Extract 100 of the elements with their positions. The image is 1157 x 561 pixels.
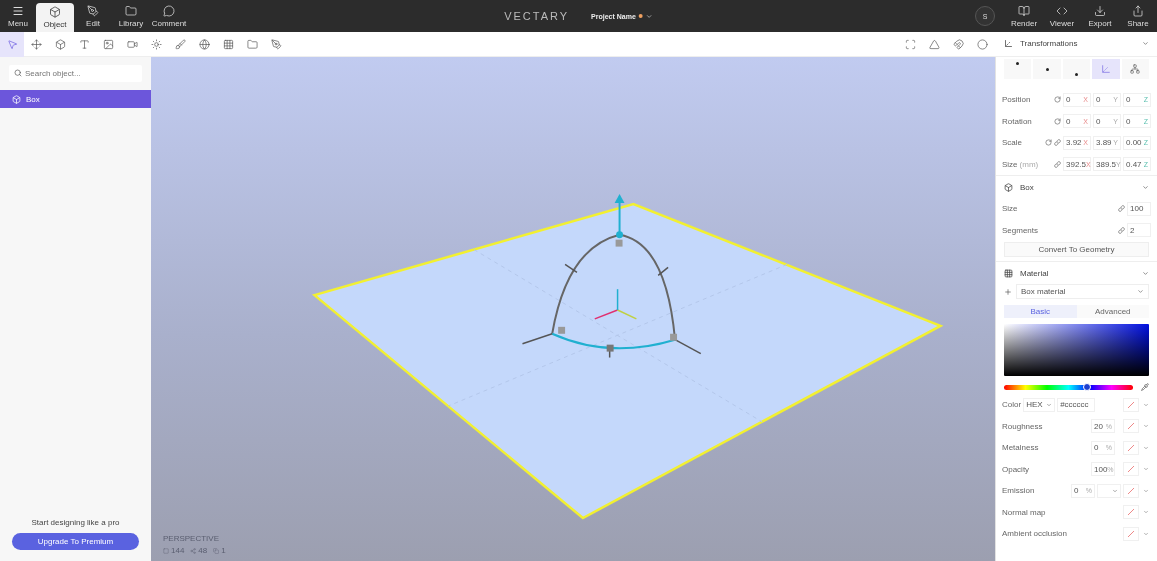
texture-slot[interactable]: [1123, 505, 1139, 520]
dot-icon: [1045, 67, 1049, 71]
image-icon: [102, 38, 114, 50]
share-icon: [190, 547, 197, 554]
link-icon[interactable]: [1054, 139, 1061, 147]
convert-button[interactable]: Convert To Geometry: [1004, 242, 1149, 257]
action-button[interactable]: Viewer: [1043, 4, 1081, 28]
pivot-option[interactable]: [1121, 59, 1150, 79]
cube-icon: [1004, 182, 1013, 192]
unit-label: (mm): [1019, 159, 1039, 169]
dot-icon: [1016, 62, 1020, 65]
folder-icon: [246, 38, 258, 50]
texture-slot[interactable]: [1123, 462, 1139, 477]
text-icon: [78, 38, 90, 50]
mode-tab[interactable]: Library: [112, 0, 150, 32]
texture-slot[interactable]: [1123, 440, 1139, 455]
field-label: Size: [1002, 204, 1018, 214]
move-icon: [30, 38, 42, 50]
reset-icon[interactable]: [1045, 139, 1052, 147]
mode-tab[interactable]: Edit: [74, 0, 112, 32]
copy-icon: [213, 547, 220, 554]
axis-icon: [1100, 64, 1111, 74]
grid-icon: [222, 38, 234, 50]
reset-icon[interactable]: [1054, 96, 1061, 104]
search-icon: [14, 69, 22, 77]
magnet-icon: [952, 38, 964, 50]
logo: VECTARY: [504, 10, 570, 22]
material-tab[interactable]: Advanced: [1076, 305, 1149, 318]
chevron-down-icon: [1143, 530, 1149, 537]
field-label: Position: [1002, 95, 1031, 105]
section-title: Material: [1020, 268, 1050, 278]
pivot-option[interactable]: [1092, 59, 1120, 79]
material-select[interactable]: Box material: [1016, 284, 1149, 299]
stat-count: 48: [190, 546, 208, 555]
axis-icon: [1004, 39, 1013, 48]
slash-icon: [1127, 508, 1135, 517]
tool-button[interactable]: [0, 31, 24, 57]
hue-slider[interactable]: [1004, 384, 1133, 390]
mode-tab[interactable]: Comment: [150, 0, 188, 32]
chevron-down-icon[interactable]: [1142, 183, 1149, 191]
reset-icon[interactable]: [1054, 117, 1061, 125]
sun-icon: [150, 38, 162, 50]
pen-icon: [270, 38, 282, 50]
field-label: Color: [1002, 400, 1022, 410]
plus-icon[interactable]: [1004, 287, 1012, 296]
chevron-down-icon: [1112, 487, 1118, 494]
menu-icon: [12, 4, 24, 17]
field-label: Size: [1002, 159, 1018, 169]
field-label: Metalness: [1002, 443, 1039, 453]
action-button[interactable]: Export: [1081, 4, 1119, 28]
hex-field[interactable]: #cccccc: [1057, 397, 1096, 412]
material-tab[interactable]: Basic: [1004, 305, 1077, 318]
folder-icon: [125, 4, 137, 17]
chevron-down-icon[interactable]: [1142, 269, 1149, 277]
slash-icon: [1127, 400, 1135, 409]
format-select[interactable]: HEX: [1023, 397, 1056, 412]
number-field[interactable]: 100: [1127, 201, 1151, 216]
link-icon[interactable]: [1054, 160, 1061, 168]
link-icon[interactable]: [1118, 205, 1125, 213]
camera-icon: [126, 38, 138, 50]
texture-slot[interactable]: [1123, 483, 1139, 498]
pointer-icon: [6, 38, 18, 50]
network-icon: [1130, 64, 1141, 74]
field-label: Ambient occlusion: [1002, 529, 1067, 539]
dot-icon: [1075, 73, 1078, 76]
upgrade-button[interactable]: Upgrade To Premium: [12, 533, 139, 550]
link-icon[interactable]: [1118, 226, 1125, 234]
globe-icon: [198, 38, 210, 50]
texture-slot[interactable]: [1123, 526, 1139, 541]
menu-button[interactable]: Menu: [0, 0, 36, 32]
object-list-item[interactable]: Box: [0, 90, 151, 108]
field-label: Normal map: [1002, 507, 1046, 517]
speech-bubble-icon: [163, 4, 175, 17]
field-label: Emission: [1002, 486, 1035, 496]
eyedropper-icon[interactable]: [1141, 383, 1149, 391]
stat-count: 144: [163, 546, 185, 555]
field-label: Roughness: [1002, 421, 1043, 431]
stat-count: 1: [213, 546, 226, 555]
emission-color-select[interactable]: [1097, 483, 1121, 498]
search-field[interactable]: Search object...: [9, 65, 142, 82]
chevron-down-icon: [1046, 401, 1053, 408]
field-label: Scale: [1002, 138, 1022, 148]
triangle-icon: [928, 38, 940, 50]
texture-slot[interactable]: [1123, 397, 1139, 412]
action-button[interactable]: Share: [1119, 4, 1157, 28]
pen-icon: [87, 4, 99, 17]
texture-slot[interactable]: [1123, 419, 1139, 434]
number-field[interactable]: 2: [1127, 223, 1151, 238]
action-button[interactable]: Render: [1005, 4, 1043, 28]
cube-icon: [12, 94, 21, 104]
chevron-down-icon[interactable]: [1142, 40, 1149, 47]
promo-text: Start designing like a pro: [30, 518, 121, 527]
hue-slider-thumb[interactable]: [1082, 383, 1091, 391]
field-label: Segments: [1002, 225, 1039, 235]
mode-tab[interactable]: Object: [36, 3, 74, 32]
chevron-down-icon: [645, 12, 653, 20]
chevron-down-icon: [1143, 509, 1149, 516]
color-picker-area[interactable]: [1004, 324, 1149, 376]
cube-icon: [54, 38, 66, 50]
camera-label: PERSPECTIVE: [163, 534, 220, 543]
